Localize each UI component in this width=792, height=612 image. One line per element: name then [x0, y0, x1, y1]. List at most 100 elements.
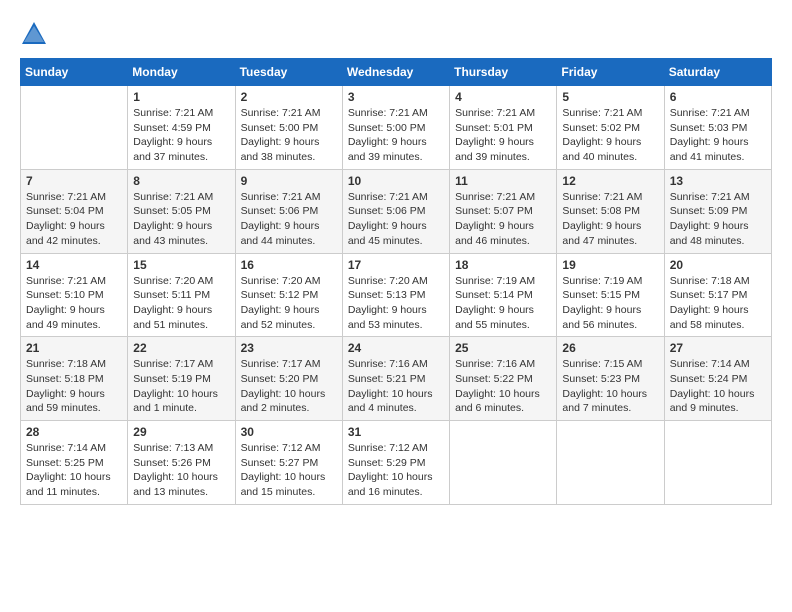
- weekday-header-row: SundayMondayTuesdayWednesdayThursdayFrid…: [21, 59, 772, 86]
- day-info: Sunrise: 7:21 AM Sunset: 5:04 PM Dayligh…: [26, 190, 122, 249]
- day-number: 13: [670, 174, 766, 188]
- logo-icon: [20, 20, 48, 48]
- day-info: Sunrise: 7:21 AM Sunset: 5:10 PM Dayligh…: [26, 274, 122, 333]
- day-info: Sunrise: 7:21 AM Sunset: 5:03 PM Dayligh…: [670, 106, 766, 165]
- calendar-day-cell: 8Sunrise: 7:21 AM Sunset: 5:05 PM Daylig…: [128, 169, 235, 253]
- day-info: Sunrise: 7:20 AM Sunset: 5:12 PM Dayligh…: [241, 274, 337, 333]
- day-info: Sunrise: 7:16 AM Sunset: 5:22 PM Dayligh…: [455, 357, 551, 416]
- calendar-day-cell: 19 Sunrise: 7:19 AM Sunset: 5:15 PM Dayli…: [557, 253, 664, 337]
- day-info: Sunrise: 7:16 AM Sunset: 5:21 PM Dayligh…: [348, 357, 444, 416]
- calendar-week-row: 7Sunrise: 7:21 AM Sunset: 5:04 PM Daylig…: [21, 169, 772, 253]
- day-number: 21: [26, 341, 122, 355]
- day-number: 2: [241, 90, 337, 104]
- day-info: Sunrise: 7:12 AM Sunset: 5:27 PM Dayligh…: [241, 441, 337, 500]
- day-info: Sunrise: 7:13 AM Sunset: 5:26 PM Dayligh…: [133, 441, 229, 500]
- calendar-day-cell: 20 Sunrise: 7:18 AM Sunset: 5:17 PM Dayli…: [664, 253, 771, 337]
- day-info: Sunrise: 7:21 AM Sunset: 5:09 PM Dayligh…: [670, 190, 766, 249]
- day-number: 19: [562, 258, 658, 272]
- empty-cell: [664, 421, 771, 505]
- day-number: 17: [348, 258, 444, 272]
- calendar-day-cell: 3 Sunrise: 7:21 AM Sunset: 5:00 PM Daylig…: [342, 86, 449, 170]
- day-info: Sunrise: 7:19 AM Sunset: 5:15 PM Dayligh…: [562, 274, 658, 333]
- weekday-header-friday: Friday: [557, 59, 664, 86]
- calendar-day-cell: 23 Sunrise: 7:17 AM Sunset: 5:20 PM Dayli…: [235, 337, 342, 421]
- day-info: Sunrise: 7:21 AM Sunset: 5:06 PM Dayligh…: [348, 190, 444, 249]
- day-number: 18: [455, 258, 551, 272]
- calendar-day-cell: 6Sunrise: 7:21 AM Sunset: 5:03 PM Daylig…: [664, 86, 771, 170]
- calendar-day-cell: 24 Sunrise: 7:16 AM Sunset: 5:21 PM Dayli…: [342, 337, 449, 421]
- day-number: 15: [133, 258, 229, 272]
- day-info: Sunrise: 7:21 AM Sunset: 4:59 PM Dayligh…: [133, 106, 229, 165]
- day-info: Sunrise: 7:21 AM Sunset: 5:08 PM Dayligh…: [562, 190, 658, 249]
- day-info: Sunrise: 7:18 AM Sunset: 5:18 PM Dayligh…: [26, 357, 122, 416]
- page-header: [20, 20, 772, 48]
- day-info: Sunrise: 7:20 AM Sunset: 5:13 PM Dayligh…: [348, 274, 444, 333]
- calendar-day-cell: 26 Sunrise: 7:15 AM Sunset: 5:23 PM Dayli…: [557, 337, 664, 421]
- day-number: 3: [348, 90, 444, 104]
- calendar-day-cell: 7Sunrise: 7:21 AM Sunset: 5:04 PM Daylig…: [21, 169, 128, 253]
- calendar-day-cell: 22Sunrise: 7:17 AM Sunset: 5:19 PM Dayli…: [128, 337, 235, 421]
- calendar-day-cell: 27Sunrise: 7:14 AM Sunset: 5:24 PM Dayli…: [664, 337, 771, 421]
- calendar-day-cell: 9 Sunrise: 7:21 AM Sunset: 5:06 PM Daylig…: [235, 169, 342, 253]
- calendar-day-cell: 21 Sunrise: 7:18 AM Sunset: 5:18 PM Dayli…: [21, 337, 128, 421]
- empty-cell: [21, 86, 128, 170]
- calendar-day-cell: 15 Sunrise: 7:20 AM Sunset: 5:11 PM Dayli…: [128, 253, 235, 337]
- day-number: 29: [133, 425, 229, 439]
- day-info: Sunrise: 7:21 AM Sunset: 5:00 PM Dayligh…: [241, 106, 337, 165]
- day-number: 22: [133, 341, 229, 355]
- weekday-header-monday: Monday: [128, 59, 235, 86]
- calendar-day-cell: 12 Sunrise: 7:21 AM Sunset: 5:08 PM Dayli…: [557, 169, 664, 253]
- calendar-day-cell: 30 Sunrise: 7:12 AM Sunset: 5:27 PM Dayli…: [235, 421, 342, 505]
- calendar-table: SundayMondayTuesdayWednesdayThursdayFrid…: [20, 58, 772, 505]
- day-info: Sunrise: 7:21 AM Sunset: 5:02 PM Dayligh…: [562, 106, 658, 165]
- calendar-day-cell: 13 Sunrise: 7:21 AM Sunset: 5:09 PM Dayli…: [664, 169, 771, 253]
- calendar-week-row: 1Sunrise: 7:21 AM Sunset: 4:59 PM Daylig…: [21, 86, 772, 170]
- day-info: Sunrise: 7:21 AM Sunset: 5:06 PM Dayligh…: [241, 190, 337, 249]
- day-info: Sunrise: 7:21 AM Sunset: 5:01 PM Dayligh…: [455, 106, 551, 165]
- calendar-day-cell: 11Sunrise: 7:21 AM Sunset: 5:07 PM Dayli…: [450, 169, 557, 253]
- calendar-day-cell: 25 Sunrise: 7:16 AM Sunset: 5:22 PM Dayli…: [450, 337, 557, 421]
- day-number: 20: [670, 258, 766, 272]
- logo: [20, 20, 52, 48]
- day-number: 11: [455, 174, 551, 188]
- weekday-header-sunday: Sunday: [21, 59, 128, 86]
- calendar-week-row: 28 Sunrise: 7:14 AM Sunset: 5:25 PM Dayli…: [21, 421, 772, 505]
- calendar-day-cell: 2 Sunrise: 7:21 AM Sunset: 5:00 PM Daylig…: [235, 86, 342, 170]
- calendar-day-cell: 16 Sunrise: 7:20 AM Sunset: 5:12 PM Dayli…: [235, 253, 342, 337]
- calendar-day-cell: 28 Sunrise: 7:14 AM Sunset: 5:25 PM Dayli…: [21, 421, 128, 505]
- calendar-day-cell: 14Sunrise: 7:21 AM Sunset: 5:10 PM Dayli…: [21, 253, 128, 337]
- day-number: 9: [241, 174, 337, 188]
- day-info: Sunrise: 7:21 AM Sunset: 5:00 PM Dayligh…: [348, 106, 444, 165]
- calendar-day-cell: 18 Sunrise: 7:19 AM Sunset: 5:14 PM Dayli…: [450, 253, 557, 337]
- day-number: 31: [348, 425, 444, 439]
- day-number: 24: [348, 341, 444, 355]
- day-number: 12: [562, 174, 658, 188]
- weekday-header-thursday: Thursday: [450, 59, 557, 86]
- day-number: 25: [455, 341, 551, 355]
- calendar-day-cell: 5 Sunrise: 7:21 AM Sunset: 5:02 PM Daylig…: [557, 86, 664, 170]
- day-number: 23: [241, 341, 337, 355]
- day-number: 26: [562, 341, 658, 355]
- calendar-day-cell: 4 Sunrise: 7:21 AM Sunset: 5:01 PM Daylig…: [450, 86, 557, 170]
- day-number: 30: [241, 425, 337, 439]
- weekday-header-wednesday: Wednesday: [342, 59, 449, 86]
- empty-cell: [557, 421, 664, 505]
- calendar-day-cell: 17 Sunrise: 7:20 AM Sunset: 5:13 PM Dayli…: [342, 253, 449, 337]
- calendar-week-row: 14Sunrise: 7:21 AM Sunset: 5:10 PM Dayli…: [21, 253, 772, 337]
- day-number: 16: [241, 258, 337, 272]
- day-number: 5: [562, 90, 658, 104]
- day-info: Sunrise: 7:15 AM Sunset: 5:23 PM Dayligh…: [562, 357, 658, 416]
- day-number: 27: [670, 341, 766, 355]
- calendar-day-cell: 1Sunrise: 7:21 AM Sunset: 4:59 PM Daylig…: [128, 86, 235, 170]
- day-info: Sunrise: 7:12 AM Sunset: 5:29 PM Dayligh…: [348, 441, 444, 500]
- day-number: 4: [455, 90, 551, 104]
- weekday-header-tuesday: Tuesday: [235, 59, 342, 86]
- calendar-day-cell: 31 Sunrise: 7:12 AM Sunset: 5:29 PM Dayli…: [342, 421, 449, 505]
- day-info: Sunrise: 7:14 AM Sunset: 5:25 PM Dayligh…: [26, 441, 122, 500]
- day-info: Sunrise: 7:17 AM Sunset: 5:20 PM Dayligh…: [241, 357, 337, 416]
- day-number: 28: [26, 425, 122, 439]
- day-info: Sunrise: 7:18 AM Sunset: 5:17 PM Dayligh…: [670, 274, 766, 333]
- day-info: Sunrise: 7:20 AM Sunset: 5:11 PM Dayligh…: [133, 274, 229, 333]
- day-number: 10: [348, 174, 444, 188]
- day-info: Sunrise: 7:19 AM Sunset: 5:14 PM Dayligh…: [455, 274, 551, 333]
